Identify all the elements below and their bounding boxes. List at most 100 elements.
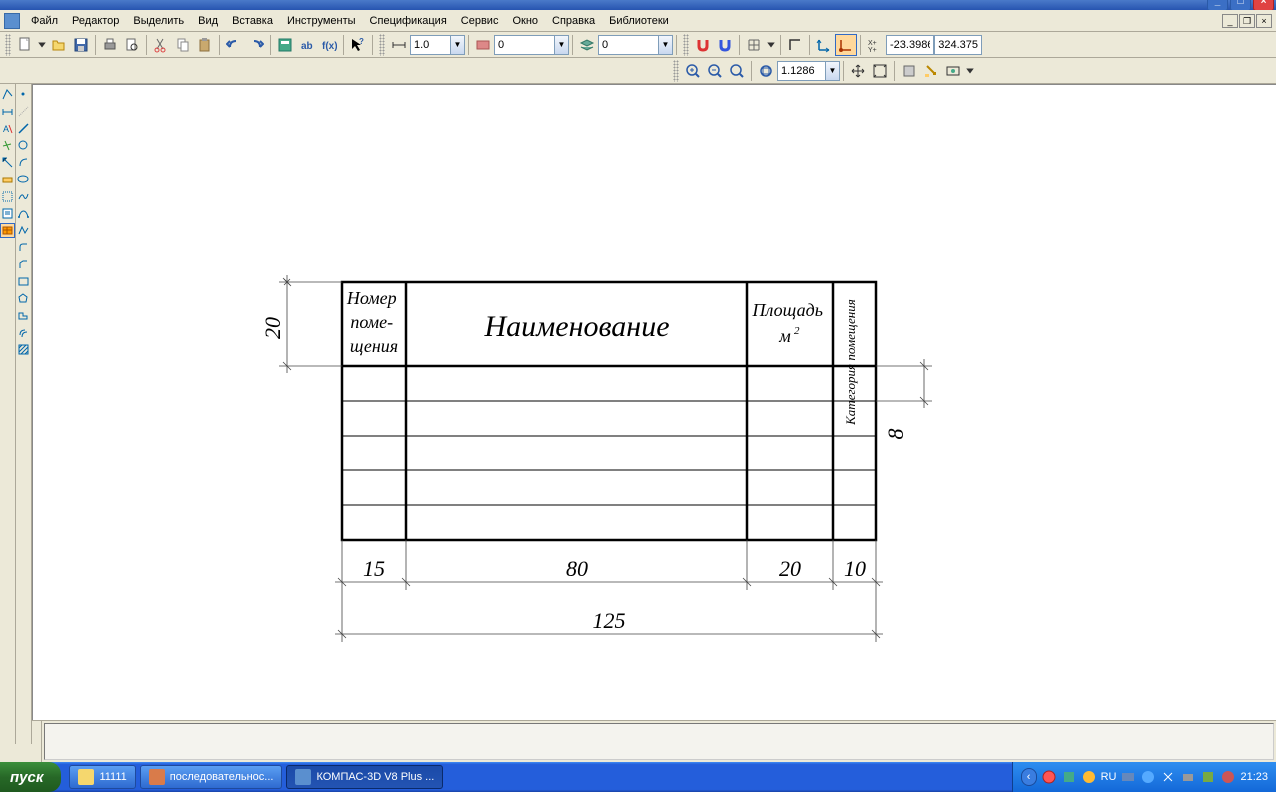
pan-button[interactable] bbox=[847, 60, 869, 82]
fx-button[interactable]: f(x) bbox=[318, 34, 340, 56]
print-button[interactable] bbox=[99, 34, 121, 56]
zoom-fit-button[interactable] bbox=[755, 60, 777, 82]
zoom-out-button[interactable] bbox=[704, 60, 726, 82]
layer-input[interactable] bbox=[598, 35, 658, 55]
line-aux-button[interactable] bbox=[16, 104, 31, 119]
line-button[interactable] bbox=[16, 121, 31, 136]
doc-close-button[interactable]: × bbox=[1256, 14, 1272, 28]
step-button[interactable] bbox=[388, 34, 410, 56]
edit-mode-button[interactable] bbox=[0, 138, 15, 153]
select-mode-button[interactable] bbox=[0, 189, 15, 204]
table-mode-button[interactable] bbox=[0, 223, 15, 238]
maximize-button[interactable]: □ bbox=[1230, 0, 1251, 10]
show-all-button[interactable] bbox=[942, 60, 964, 82]
menu-libs[interactable]: Библиотеки bbox=[602, 13, 676, 29]
tray-icon[interactable] bbox=[1200, 769, 1216, 785]
spline-button[interactable] bbox=[16, 189, 31, 204]
cut-button[interactable] bbox=[150, 34, 172, 56]
ellipse-button[interactable] bbox=[16, 172, 31, 187]
fillet-button[interactable] bbox=[16, 240, 31, 255]
tray-icon[interactable] bbox=[1160, 769, 1176, 785]
ortho-button[interactable] bbox=[784, 34, 806, 56]
step-dropdown[interactable]: ▼ bbox=[450, 35, 465, 55]
zoom-dropdown[interactable]: ▼ bbox=[825, 61, 840, 81]
menu-file[interactable]: Файл bbox=[24, 13, 65, 29]
paste-button[interactable] bbox=[194, 34, 216, 56]
menu-window[interactable]: Окно bbox=[505, 13, 545, 29]
redraw-button[interactable] bbox=[920, 60, 942, 82]
show-dropdown[interactable] bbox=[964, 60, 976, 82]
layer-dropdown[interactable]: ▼ bbox=[658, 35, 673, 55]
tray-icon[interactable] bbox=[1180, 769, 1196, 785]
language-indicator[interactable]: RU bbox=[1101, 771, 1117, 783]
clock[interactable]: 21:23 bbox=[1240, 771, 1268, 783]
taskbar-item-1[interactable]: 11111 bbox=[69, 765, 135, 789]
new-dropdown[interactable] bbox=[36, 34, 48, 56]
point-button[interactable] bbox=[16, 87, 31, 102]
measure-mode-button[interactable] bbox=[0, 172, 15, 187]
save-button[interactable] bbox=[70, 34, 92, 56]
zoom-in-button[interactable] bbox=[682, 60, 704, 82]
properties-button[interactable] bbox=[274, 34, 296, 56]
doc-restore-button[interactable]: ❐ bbox=[1239, 14, 1255, 28]
geometry-mode-button[interactable] bbox=[0, 87, 15, 102]
arc-button[interactable] bbox=[16, 155, 31, 170]
style-input[interactable] bbox=[494, 35, 554, 55]
tray-icon[interactable] bbox=[1081, 769, 1097, 785]
toolbar-grip[interactable] bbox=[379, 34, 385, 56]
step-input[interactable] bbox=[410, 35, 450, 55]
menu-select[interactable]: Выделить bbox=[126, 13, 191, 29]
doc-minimize-button[interactable]: _ bbox=[1222, 14, 1238, 28]
menu-service[interactable]: Сервис bbox=[454, 13, 506, 29]
menu-insert[interactable]: Вставка bbox=[225, 13, 280, 29]
variables-button[interactable]: ab bbox=[296, 34, 318, 56]
taskbar-item-3[interactable]: КОМПАС-3D V8 Plus ... bbox=[286, 765, 443, 789]
spec-mode-button[interactable] bbox=[0, 206, 15, 221]
canvas[interactable]: Номер поме- щения Наименование Площадь м… bbox=[32, 84, 1276, 744]
menu-spec[interactable]: Спецификация bbox=[363, 13, 454, 29]
property-panel[interactable] bbox=[44, 723, 1274, 760]
polyline-button[interactable] bbox=[16, 223, 31, 238]
menu-editor[interactable]: Редактор bbox=[65, 13, 126, 29]
zoom-input[interactable] bbox=[777, 61, 825, 81]
tray-icon[interactable] bbox=[1120, 769, 1136, 785]
zoom-window-button[interactable] bbox=[726, 60, 748, 82]
help-cursor-button[interactable]: ? bbox=[347, 34, 369, 56]
text-mode-button[interactable]: A bbox=[0, 121, 15, 136]
preview-button[interactable] bbox=[121, 34, 143, 56]
taskbar-item-2[interactable]: последовательнос... bbox=[140, 765, 283, 789]
grid-button[interactable] bbox=[743, 34, 765, 56]
coord-label-button[interactable]: X+Y+ bbox=[864, 34, 886, 56]
equidistant-button[interactable] bbox=[16, 325, 31, 340]
contour-button[interactable] bbox=[16, 308, 31, 323]
snap-magnet-blue-button[interactable] bbox=[714, 34, 736, 56]
coord-x-input[interactable] bbox=[886, 35, 934, 55]
undo-button[interactable] bbox=[223, 34, 245, 56]
copy-button[interactable] bbox=[172, 34, 194, 56]
menu-help[interactable]: Справка bbox=[545, 13, 602, 29]
rebuild-button[interactable] bbox=[898, 60, 920, 82]
local-cs-active-button[interactable] bbox=[835, 34, 857, 56]
params-mode-button[interactable] bbox=[0, 155, 15, 170]
bezier-button[interactable] bbox=[16, 206, 31, 221]
rect-button[interactable] bbox=[16, 274, 31, 289]
close-button[interactable]: × bbox=[1253, 0, 1274, 10]
tray-icon[interactable] bbox=[1140, 769, 1156, 785]
coord-y-input[interactable] bbox=[934, 35, 982, 55]
new-button[interactable] bbox=[14, 34, 36, 56]
style-dropdown[interactable]: ▼ bbox=[554, 35, 569, 55]
redo-button[interactable] bbox=[245, 34, 267, 56]
toolbar-grip[interactable] bbox=[5, 34, 11, 56]
chamfer-button[interactable] bbox=[16, 257, 31, 272]
grid-dropdown[interactable] bbox=[765, 34, 777, 56]
hatch-button[interactable] bbox=[16, 342, 31, 357]
toolbar-grip[interactable] bbox=[683, 34, 689, 56]
zoom-all-button[interactable] bbox=[869, 60, 891, 82]
minimize-button[interactable]: _ bbox=[1207, 0, 1228, 10]
local-cs-button[interactable] bbox=[813, 34, 835, 56]
panel-grip[interactable] bbox=[32, 721, 42, 762]
dimension-mode-button[interactable] bbox=[0, 104, 15, 119]
layer-button[interactable] bbox=[576, 34, 598, 56]
circle-button[interactable] bbox=[16, 138, 31, 153]
tray-expand-button[interactable]: ‹ bbox=[1021, 768, 1037, 786]
